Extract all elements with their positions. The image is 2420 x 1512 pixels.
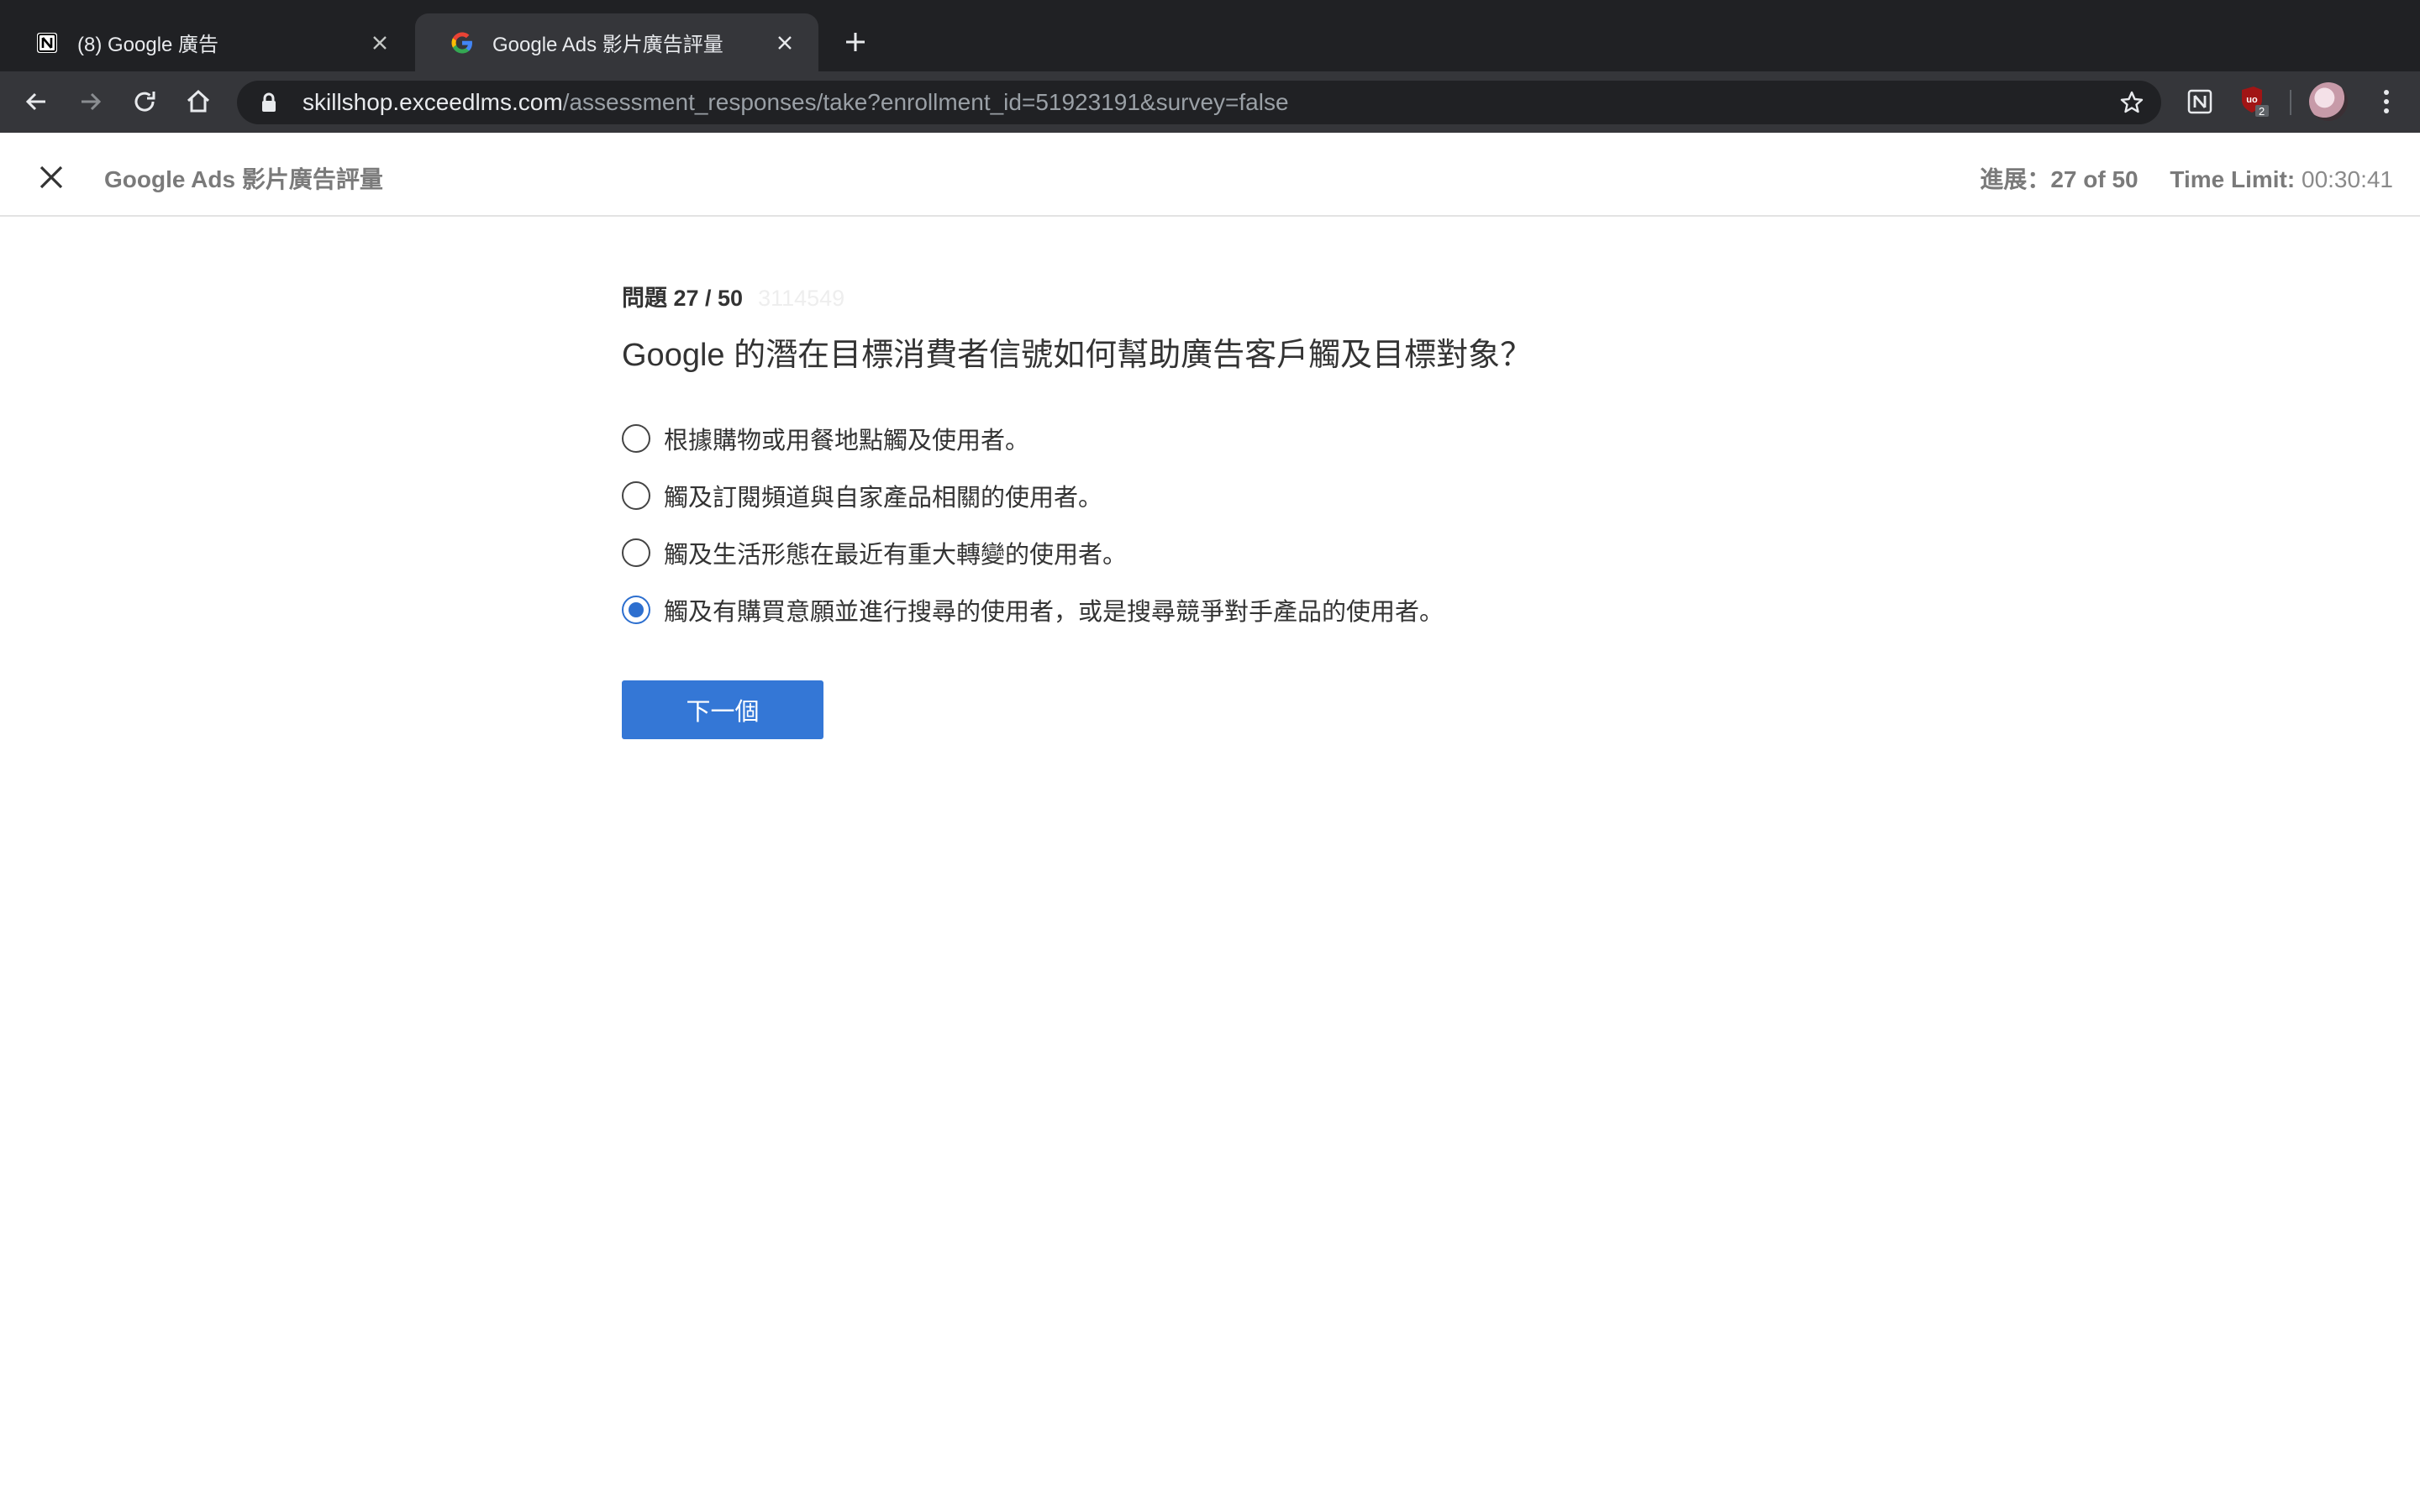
reload-icon[interactable] <box>126 83 163 120</box>
close-tab-icon[interactable] <box>771 29 798 56</box>
tab-title: (8) Google 廣告 <box>77 34 219 56</box>
extension-badge: 2 <box>2259 105 2265 118</box>
google-icon <box>449 29 476 56</box>
answer-options: 根據購物或用餐地點觸及使用者。 觸及訂閱頻道與自家產品相關的使用者。 觸及生活形… <box>622 410 1966 638</box>
address-bar[interactable]: skillshop.exceedlms.com/assessment_respo… <box>237 81 2161 124</box>
answer-option[interactable]: 根據購物或用餐地點觸及使用者。 <box>622 410 1966 467</box>
home-icon[interactable] <box>180 83 217 120</box>
next-button[interactable]: 下一個 <box>622 680 823 739</box>
radio-button[interactable] <box>622 424 650 453</box>
ublock-extension-icon[interactable]: uo 2 <box>2237 85 2270 118</box>
browser-tab-strip: (8) Google 廣告 Google Ads 影片廣告評量 <box>0 0 2420 71</box>
assessment-header: Google Ads 影片廣告評量 進展：27 of 50 Time Limit… <box>0 133 2420 217</box>
progress-value: 27 of 50 <box>2050 166 2139 192</box>
question-id: 3114549 <box>758 286 845 311</box>
radio-button-selected[interactable] <box>622 596 650 624</box>
course-title: Google Ads 影片廣告評量 <box>104 166 383 192</box>
url-host: skillshop.exceedlms.com <box>302 89 563 115</box>
tab-google-ads[interactable]: Google Ads 影片廣告評量 <box>415 13 818 71</box>
question-panel: 問題 27 / 50 3114549 Google 的潛在目標消費者信號如何幫助廣… <box>622 277 1966 739</box>
close-tab-icon[interactable] <box>366 29 393 56</box>
radio-button[interactable] <box>622 538 650 567</box>
option-label[interactable]: 根據購物或用餐地點觸及使用者。 <box>664 421 1029 456</box>
option-label[interactable]: 觸及有購買意願並進行搜尋的使用者，或是搜尋競爭對手產品的使用者。 <box>664 592 1444 627</box>
answer-option[interactable]: 觸及訂閱頻道與自家產品相關的使用者。 <box>622 467 1966 524</box>
svg-text:uo: uo <box>2246 95 2258 105</box>
notion-icon <box>34 29 60 56</box>
question-text: Google 的潛在目標消費者信號如何幫助廣告客戶觸及目標對象？ <box>622 338 1533 373</box>
browser-toolbar: skillshop.exceedlms.com/assessment_respo… <box>0 71 2420 133</box>
time-limit-label: Time Limit: <box>2170 166 2296 192</box>
kebab-menu-icon[interactable] <box>2370 85 2403 118</box>
answer-option[interactable]: 觸及生活形態在最近有重大轉變的使用者。 <box>622 524 1966 581</box>
progress-label: 進展： <box>1980 166 2051 192</box>
option-label[interactable]: 觸及生活形態在最近有重大轉變的使用者。 <box>664 535 1127 570</box>
new-tab-plus-icon[interactable] <box>839 25 872 59</box>
option-label[interactable]: 觸及訂閱頻道與自家產品相關的使用者。 <box>664 478 1102 513</box>
time-limit-value: 00:30:41 <box>2302 166 2393 192</box>
bookmark-star-icon[interactable] <box>2118 88 2146 117</box>
question-counter: 問題 27 / 50 3114549 <box>622 277 1966 319</box>
progress-status: 進展：27 of 50 Time Limit: 00:30:41 <box>1980 161 2393 195</box>
toolbar-separator <box>2290 90 2291 115</box>
url-path: /assessment_responses/take?enrollment_id… <box>562 89 1289 115</box>
back-arrow-icon[interactable] <box>18 83 55 120</box>
tab-notion[interactable]: (8) Google 廣告 <box>0 13 413 71</box>
close-icon[interactable] <box>32 158 71 197</box>
forward-arrow-icon[interactable] <box>72 83 109 120</box>
tab-title: Google Ads 影片廣告評量 <box>492 34 723 56</box>
lock-icon <box>257 91 281 114</box>
radio-button[interactable] <box>622 481 650 510</box>
profile-avatar[interactable] <box>2309 82 2348 121</box>
notion-extension-icon[interactable] <box>2183 85 2217 118</box>
answer-option[interactable]: 觸及有購買意願並進行搜尋的使用者，或是搜尋競爭對手產品的使用者。 <box>622 581 1966 638</box>
question-number: 問題 27 / 50 <box>622 286 744 311</box>
